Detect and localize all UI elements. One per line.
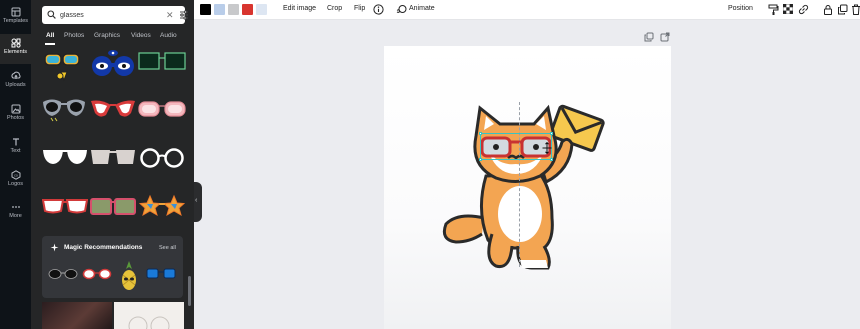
delete-icon[interactable] <box>851 4 860 15</box>
glasses-thumbnail[interactable] <box>139 194 185 220</box>
glasses-thumbnail[interactable] <box>43 50 83 84</box>
top-toolbar: Edit image Crop Flip Animate Position <box>194 0 860 20</box>
clear-search-icon[interactable]: ✕ <box>166 10 174 20</box>
crop-button[interactable]: Crop <box>327 5 342 12</box>
glasses-thumbnail[interactable] <box>90 97 136 121</box>
copy-page-icon[interactable] <box>644 32 654 42</box>
search-icon <box>47 10 56 19</box>
glasses-thumbnail[interactable] <box>42 96 86 122</box>
color-swatch[interactable] <box>228 4 239 15</box>
glasses-thumbnail[interactable] <box>42 198 88 216</box>
left-rail: Templates Elements Uploads Photos Text c… <box>0 0 31 329</box>
recommended-glasses[interactable] <box>48 268 78 280</box>
resize-handle[interactable] <box>479 132 482 135</box>
glasses-thumbnail[interactable] <box>90 197 136 217</box>
rail-label: Text <box>10 148 21 154</box>
transparency-icon[interactable] <box>783 4 793 14</box>
uploads-icon <box>10 71 21 79</box>
rail-item-more[interactable]: More <box>0 198 31 228</box>
text-icon <box>12 138 19 146</box>
recommended-pineapple[interactable] <box>120 261 138 291</box>
photo-thumbnail[interactable] <box>114 302 184 329</box>
animate-button[interactable]: Animate <box>409 5 435 12</box>
paint-roller-icon[interactable] <box>768 4 779 15</box>
color-swatch[interactable] <box>256 4 267 15</box>
glasses-thumbnail[interactable] <box>90 148 136 168</box>
more-icon <box>11 206 20 208</box>
collapse-panel-button[interactable]: ‹ <box>194 182 202 222</box>
sparkle-icon <box>50 243 59 252</box>
resize-handle[interactable] <box>479 158 482 161</box>
photo-thumbnail[interactable] <box>42 302 112 329</box>
rail-item-elements[interactable]: Elements <box>0 34 31 64</box>
rail-label: Logos <box>8 181 23 187</box>
tab-videos[interactable]: Videos <box>131 32 151 39</box>
elements-icon <box>11 38 21 48</box>
color-swatch[interactable] <box>200 4 211 15</box>
flip-button[interactable]: Flip <box>354 5 365 12</box>
see-all-link[interactable]: See all <box>159 245 176 251</box>
active-tab-indicator <box>45 43 55 45</box>
rail-item-templates[interactable]: Templates <box>0 3 31 33</box>
chevron-left-icon: ‹ <box>195 197 198 204</box>
rail-item-text[interactable]: Text <box>0 133 31 163</box>
add-page-icon[interactable] <box>660 32 670 42</box>
rail-label: Photos <box>6 115 25 121</box>
lock-icon[interactable] <box>823 4 833 15</box>
rail-item-uploads[interactable]: Uploads <box>0 67 31 97</box>
recommended-glasses[interactable] <box>146 268 176 280</box>
animate-icon[interactable] <box>396 4 407 15</box>
photos-icon <box>11 104 20 114</box>
duplicate-icon[interactable] <box>837 4 848 15</box>
glasses-thumbnail[interactable] <box>42 148 88 168</box>
rail-label: Elements <box>4 49 27 55</box>
color-swatch[interactable] <box>242 4 253 15</box>
tab-audio[interactable]: Audio <box>160 32 177 39</box>
logos-icon: co <box>11 170 20 180</box>
magic-recommendations: Magic Recommendations See all <box>42 236 183 298</box>
templates-icon <box>11 7 20 17</box>
rail-item-photos[interactable]: Photos <box>0 100 31 130</box>
tab-photos[interactable]: Photos <box>64 32 84 39</box>
panel-scrollbar[interactable] <box>188 276 191 306</box>
glasses-thumbnail[interactable] <box>138 51 186 71</box>
resize-handle[interactable] <box>550 132 553 135</box>
glasses-thumbnail[interactable] <box>89 48 137 80</box>
tab-graphics[interactable]: Graphics <box>94 32 120 39</box>
svg-text:co: co <box>14 173 18 177</box>
edit-image-button[interactable]: Edit image <box>283 5 316 12</box>
recommendations-title: Magic Recommendations <box>64 244 143 251</box>
color-swatch[interactable] <box>214 4 225 15</box>
position-button[interactable]: Position <box>728 5 753 12</box>
info-icon[interactable] <box>373 4 384 15</box>
rail-label: More <box>9 213 22 219</box>
center-guide-line <box>519 102 520 267</box>
filter-icon[interactable] <box>179 10 189 20</box>
move-cursor-icon <box>542 142 552 154</box>
rail-label: Templates <box>2 18 29 24</box>
glasses-thumbnail[interactable] <box>139 147 185 169</box>
search-box: ✕ <box>42 6 188 24</box>
rail-item-logos[interactable]: co Logos <box>0 166 31 196</box>
recommended-glasses[interactable] <box>82 268 112 280</box>
search-input[interactable] <box>60 8 155 22</box>
link-icon[interactable] <box>798 4 809 15</box>
elements-panel: ✕ All Photos Graphics Videos Audio <box>31 0 194 329</box>
rail-label: Uploads <box>5 82 26 88</box>
glasses-thumbnail[interactable] <box>138 100 186 118</box>
cat-sticker[interactable] <box>436 100 608 272</box>
resize-handle[interactable] <box>550 158 553 161</box>
tab-all[interactable]: All <box>46 32 54 39</box>
